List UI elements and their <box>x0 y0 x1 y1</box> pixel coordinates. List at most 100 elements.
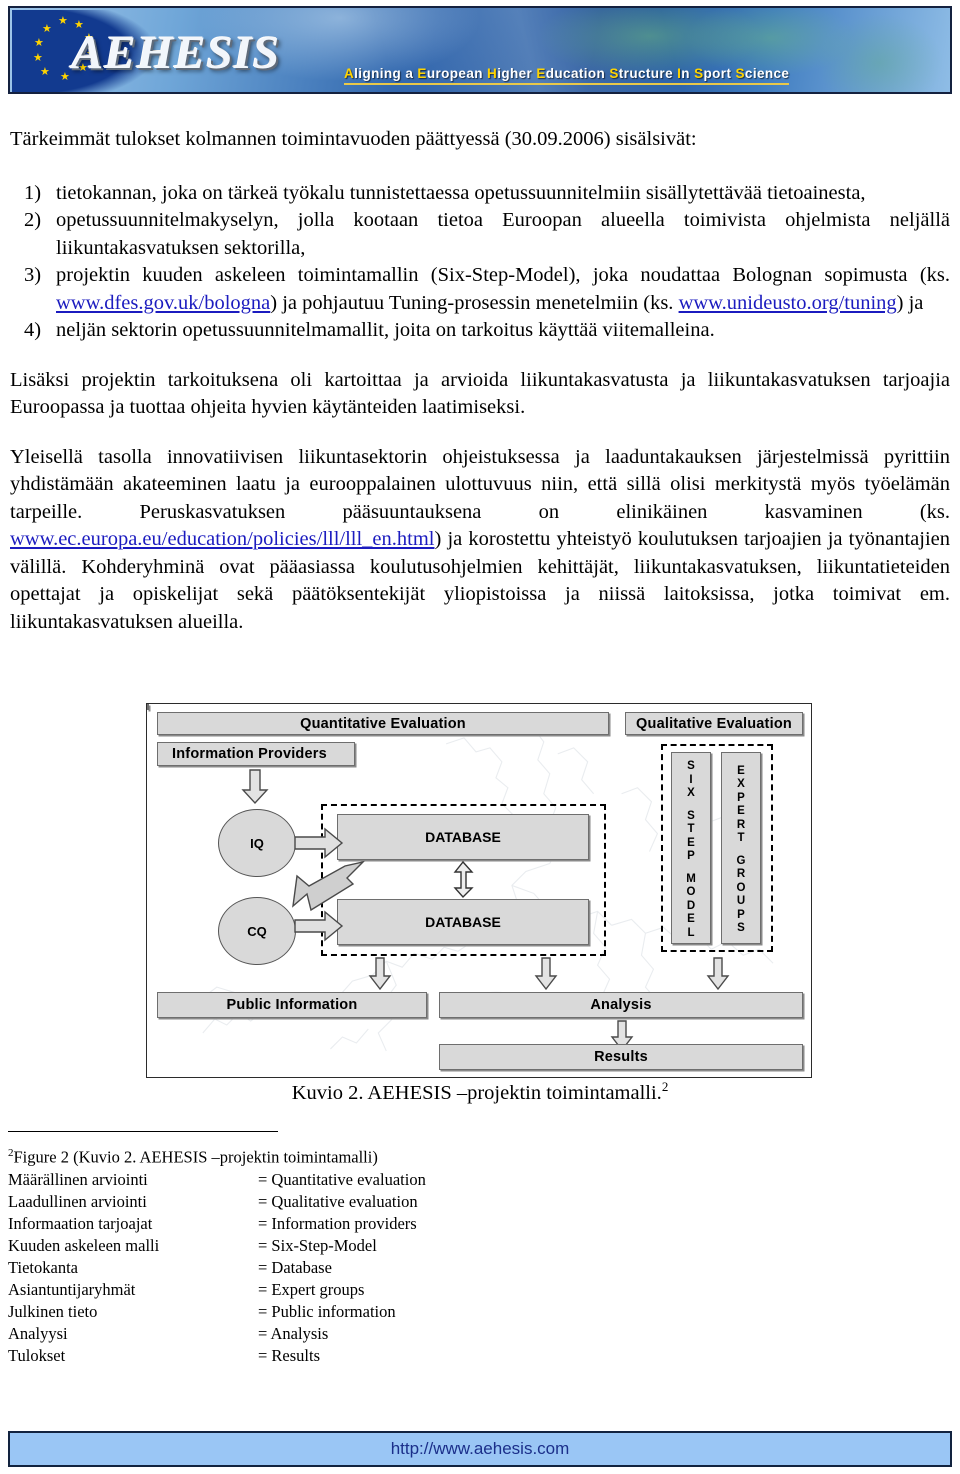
letter: S <box>687 760 695 772</box>
glossary-finnish: Asiantuntijaryhmät <box>8 1279 136 1299</box>
list-item-text: opetussuunnitelmakyselyn, jolla kootaan … <box>56 209 950 259</box>
footer-url-text[interactable]: http://www.aehesis.com <box>391 1439 570 1459</box>
letter: O <box>686 886 696 898</box>
list-item-text-part-a: projektin kuuden askeleen toimintamallin… <box>56 264 950 286</box>
glossary-row: Kuuden askeleen malli = Six-Step-Model <box>8 1235 708 1257</box>
list-item-number: 2) <box>24 209 42 231</box>
list-item: 2) opetussuunnitelmakyselyn, jolla koota… <box>10 207 950 262</box>
bologna-link[interactable]: www.dfes.gov.uk/bologna <box>56 292 270 314</box>
cq-ellipse: CQ <box>218 897 296 965</box>
letter: D <box>686 899 696 912</box>
glossary-row: Asiantuntijaryhmät = Expert groups <box>8 1279 708 1301</box>
glossary-row: Laadullinen arviointi = Qualitative eval… <box>8 1191 708 1213</box>
arrow-database-to-public-information <box>368 957 392 991</box>
glossary-finnish: Laadullinen arviointi <box>8 1191 147 1211</box>
letter: L <box>687 926 695 939</box>
letter: P <box>737 791 745 804</box>
arrow-expert-groups-to-analysis <box>706 957 730 991</box>
footnote-first-line-text: Figure 2 (Kuvio 2. AEHESIS –projektin to… <box>13 1147 378 1167</box>
letter: P <box>687 850 695 862</box>
letter: I <box>689 773 693 786</box>
list-item: 1) tietokannan, joka on tärkeä työkalu t… <box>10 180 950 208</box>
letter: U <box>736 895 746 907</box>
figure-caption: Kuvio 2. AEHESIS –projektin toimintamall… <box>0 1079 960 1105</box>
arrow-iq-to-database <box>294 827 344 859</box>
expert-groups-column-box: E X P E R T G R O U P S <box>721 752 761 944</box>
letter: E <box>687 836 695 849</box>
glossary-finnish: Tietokanta <box>8 1257 78 1277</box>
glossary-finnish: Analyysi <box>8 1323 68 1343</box>
figure-caption-text: Kuvio 2. AEHESIS –projektin toimintamall… <box>291 1081 662 1104</box>
glossary-english: = Analysis <box>258 1323 329 1343</box>
six-step-model-column <box>147 704 149 710</box>
glossary-english: = Results <box>258 1345 321 1365</box>
footnote-block: 2Figure 2 (Kuvio 2. AEHESIS –projektin t… <box>8 1142 708 1367</box>
intro-paragraph: Tärkeimmät tulokset kolmannen toimintavu… <box>10 128 697 150</box>
letter: S <box>737 922 745 934</box>
diagram-canvas: Quantitative Evaluation Qualitative Eval… <box>146 703 812 1078</box>
database-top-box: DATABASE <box>337 814 589 860</box>
glossary-english: = Six-Step-Model <box>258 1235 377 1255</box>
glossary-finnish: Tulokset <box>8 1345 66 1365</box>
glossary-finnish: Kuuden askeleen malli <box>8 1235 160 1255</box>
letter: E <box>737 764 745 777</box>
footnote-first-line: 2Figure 2 (Kuvio 2. AEHESIS –projektin t… <box>8 1142 708 1169</box>
list-item-number: 4) <box>24 319 42 341</box>
list-item-text-part-b: ) ja pohjautuu Tuning-prosessin menetelm… <box>270 291 679 314</box>
glossary-row: Tietokanta = Database <box>8 1257 708 1279</box>
arrow-database-bidirectional <box>453 860 474 899</box>
glossary-finnish: Julkinen tieto <box>8 1301 98 1321</box>
glossary-row: Informaation tarjoajat = Information pro… <box>8 1213 708 1235</box>
glossary-english: = Information providers <box>258 1213 417 1233</box>
letter: S <box>687 809 695 822</box>
aehesis-logo-text: AEHESIS <box>72 27 281 79</box>
arrow-providers-to-iq <box>241 769 269 805</box>
glossary-row: Määrällinen arviointi = Quantitative eva… <box>8 1169 708 1191</box>
list-item-text: neljän sektorin opetussuunnitelmamallit,… <box>56 319 715 341</box>
list-item-text-part-c: ) ja <box>896 291 924 314</box>
paragraph-3-part-a: Yleisellä tasolla innovatiivisen liikunt… <box>10 445 950 523</box>
letter: R <box>736 818 746 831</box>
paragraph-3: Yleisellä tasolla innovatiivisen liikunt… <box>10 444 950 637</box>
glossary-english: = Public information <box>258 1301 396 1321</box>
site-banner: ★ ★ ★ ★ ★ ★ ★ ★ ★ ★ AEHESIS Aligning a E… <box>8 6 952 94</box>
letter: P <box>737 908 745 921</box>
qualitative-evaluation-header: Qualitative Evaluation <box>625 712 803 735</box>
glossary-row: Analyysi = Analysis <box>8 1323 708 1345</box>
glossary-english: = Expert groups <box>258 1279 365 1299</box>
iq-ellipse: IQ <box>218 809 296 877</box>
information-providers-box: Information Providers <box>157 742 355 766</box>
public-information-box: Public Information <box>157 992 427 1018</box>
letter: X <box>687 787 695 799</box>
letter: G <box>736 854 746 867</box>
glossary-finnish: Informaation tarjoajat <box>8 1213 153 1233</box>
footnote-separator-rule <box>8 1131 278 1132</box>
letter: M <box>686 872 696 885</box>
lll-policy-link[interactable]: www.ec.europa.eu/education/policies/lll/… <box>10 528 435 550</box>
glossary-english: = Qualitative evaluation <box>258 1191 418 1211</box>
glossary-english: = Quantitative evaluation <box>258 1169 426 1189</box>
list-item-number: 3) <box>24 264 42 286</box>
results-box: Results <box>439 1044 803 1070</box>
letter: R <box>736 868 746 880</box>
list-item: 3) projektin kuuden askeleen toimintamal… <box>10 262 950 317</box>
banner-tagline: Aligning a European Higher Education Str… <box>344 66 790 85</box>
glossary-row: Julkinen tieto = Public information <box>8 1301 708 1323</box>
quantitative-evaluation-header: Quantitative Evaluation <box>157 712 609 735</box>
letter: O <box>736 881 746 894</box>
database-bottom-box: DATABASE <box>337 899 589 945</box>
letter: E <box>737 805 745 817</box>
letter: T <box>737 832 745 844</box>
results-list: 1) tietokannan, joka on tärkeä työkalu t… <box>10 180 950 345</box>
figure-2-aehesis-model: Quantitative Evaluation Qualitative Eval… <box>146 703 812 1078</box>
tuning-link[interactable]: www.unideusto.org/tuning <box>679 292 897 314</box>
glossary-english: = Database <box>258 1257 332 1277</box>
letter: X <box>737 778 745 790</box>
document-body: Tärkeimmät tulokset kolmannen toimintavu… <box>10 126 950 636</box>
page-footer: http://www.aehesis.com <box>8 1431 952 1467</box>
figure-caption-footnote-marker: 2 <box>661 1079 669 1094</box>
paragraph-2: Lisäksi projektin tarkoituksena oli kart… <box>10 368 950 419</box>
glossary-row: Tulokset = Results <box>8 1345 708 1367</box>
list-item-text: tietokannan, joka on tärkeä työkalu tunn… <box>56 181 866 204</box>
list-item-number: 1) <box>24 181 42 204</box>
